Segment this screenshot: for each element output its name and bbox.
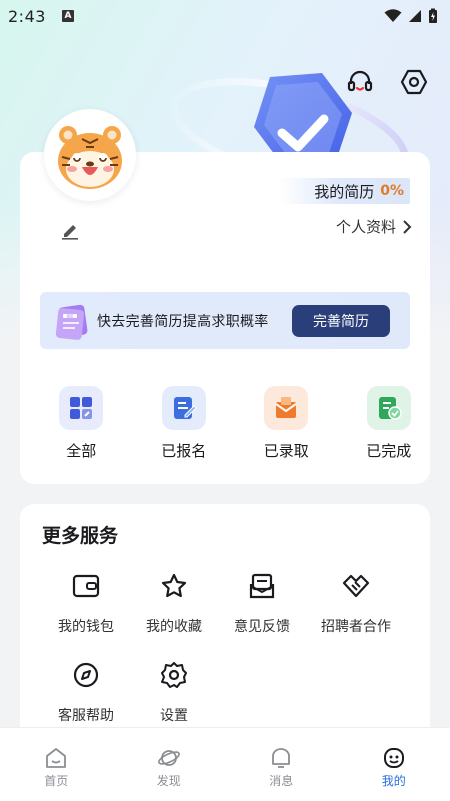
service-wallet-label: 我的钱包	[58, 619, 114, 635]
avatar[interactable]	[44, 109, 136, 201]
status-time: 2:43	[8, 6, 46, 26]
nav-home-label: 首页	[44, 774, 69, 788]
service-recruiter-partner[interactable]: 招聘者合作	[306, 570, 406, 636]
more-services-card: 更多服务 我的钱包 我的收藏 意见反馈 招聘者合作 客服帮助 设置	[20, 504, 430, 744]
settings-icon[interactable]	[398, 66, 430, 98]
gear-icon	[158, 659, 190, 691]
quick-completed-label: 已完成	[366, 442, 412, 460]
notification-icon: A	[61, 10, 74, 22]
headset-icon[interactable]	[344, 66, 376, 98]
resume-doc-icon: 简历	[55, 304, 88, 340]
service-help[interactable]: 客服帮助	[36, 659, 136, 725]
message-icon	[269, 746, 293, 770]
service-wallet[interactable]: 我的钱包	[36, 570, 136, 636]
status-bar: 2:43 A	[0, 0, 450, 32]
nav-mine-label: 我的	[381, 774, 406, 788]
service-favorites[interactable]: 我的收藏	[124, 570, 224, 636]
feedback-icon	[246, 570, 278, 602]
svg-text:简历: 简历	[67, 314, 74, 319]
chevron-right-icon	[403, 219, 412, 234]
nav-messages[interactable]: 消息	[225, 728, 338, 801]
tiger-avatar-icon	[48, 113, 132, 197]
grid-icon	[59, 386, 104, 430]
nav-home[interactable]: 首页	[0, 728, 113, 801]
quick-completed[interactable]: 已完成	[348, 386, 431, 461]
promo-text: 快去完善简历提高求职概率	[97, 313, 269, 330]
service-settings-label: 设置	[160, 708, 188, 724]
profile-card: 我的简历 0% 个人资料 简历 快去完善简历提高求职概率 完善简历 全部 已报名…	[20, 152, 430, 484]
nav-mine[interactable]: 我的	[338, 728, 450, 801]
wifi-icon	[384, 9, 402, 22]
service-feedback[interactable]: 意见反馈	[212, 570, 312, 636]
quick-all-label: 全部	[66, 442, 97, 460]
quick-signed-up-label: 已报名	[161, 442, 207, 460]
resume-label: 我的简历	[314, 182, 375, 201]
service-recruiter-partner-label: 招聘者合作	[321, 619, 391, 635]
quick-accepted[interactable]: 已录取	[245, 386, 328, 461]
profile-face-icon	[382, 746, 406, 770]
signal-icon	[409, 10, 421, 22]
battery-icon	[429, 8, 437, 23]
profile-link-label: 个人资料	[335, 218, 396, 236]
resume-percent: 0%	[380, 183, 404, 199]
bottom-navigation: 首页 发现 消息 我的	[0, 727, 450, 801]
services-title: 更多服务	[42, 525, 119, 547]
signup-doc-icon	[161, 386, 206, 430]
compass-icon	[70, 659, 102, 691]
quick-all[interactable]: 全部	[40, 386, 123, 461]
home-icon	[44, 746, 68, 770]
wallet-icon	[70, 570, 102, 602]
handshake-icon	[340, 570, 372, 602]
profile-link[interactable]: 个人资料	[336, 216, 412, 237]
nav-messages-label: 消息	[269, 774, 294, 788]
edit-icon[interactable]	[58, 218, 82, 242]
planet-icon	[157, 746, 181, 770]
complete-resume-button[interactable]: 完善简历	[292, 305, 390, 337]
nav-discover[interactable]: 发现	[113, 728, 226, 801]
complete-resume-banner[interactable]: 简历 快去完善简历提高求职概率 完善简历	[40, 292, 410, 349]
offer-mail-icon	[264, 386, 309, 430]
service-favorites-label: 我的收藏	[146, 619, 202, 635]
completed-doc-icon	[366, 386, 411, 430]
nav-discover-label: 发现	[156, 774, 181, 788]
service-settings[interactable]: 设置	[124, 659, 224, 725]
service-feedback-label: 意见反馈	[234, 619, 290, 635]
application-status-row: 全部 已报名 已录取 已完成	[20, 386, 430, 461]
resume-progress-pill[interactable]: 我的简历 0%	[278, 178, 410, 204]
star-icon	[158, 570, 190, 602]
quick-accepted-label: 已录取	[263, 442, 309, 460]
service-help-label: 客服帮助	[58, 708, 114, 724]
quick-signed-up[interactable]: 已报名	[143, 386, 226, 461]
